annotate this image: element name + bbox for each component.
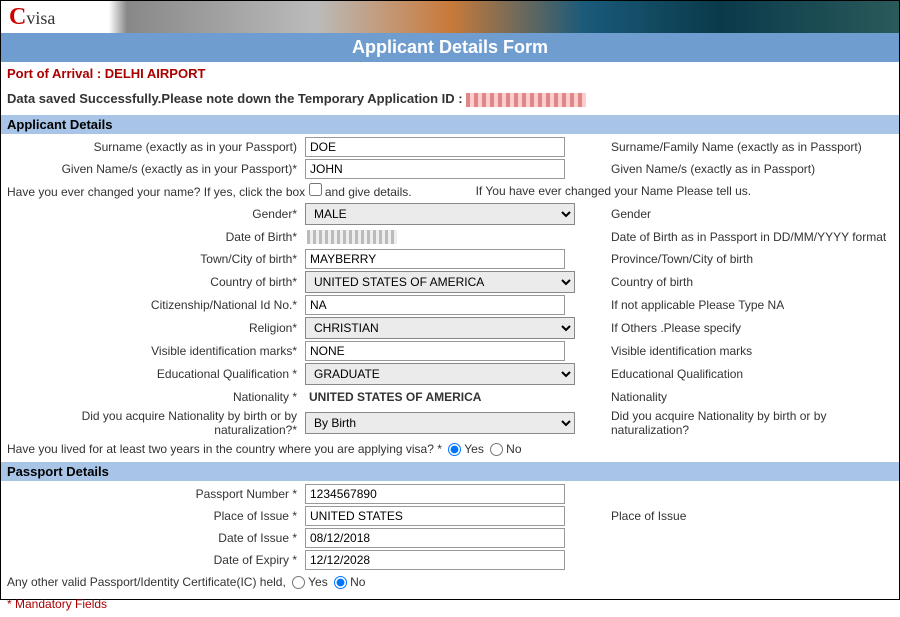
- label-two-year: Have you lived for at least two years in…: [7, 442, 442, 456]
- port-value: DELHI AIRPORT: [105, 66, 206, 81]
- two-year-yes-radio[interactable]: [448, 443, 461, 456]
- other-passport-no-radio[interactable]: [334, 576, 347, 589]
- help-given-name: Given Name/s (exactly as in Passport): [595, 162, 895, 176]
- place-of-issue-input[interactable]: [305, 506, 565, 526]
- label-acquire-nationality: Did you acquire Nationality by birth or …: [5, 409, 305, 437]
- label-town: Town/City of birth*: [5, 252, 305, 266]
- port-of-arrival: Port of Arrival : DELHI AIRPORT: [1, 62, 899, 85]
- label-name-change: Have you ever changed your name? If yes,…: [5, 183, 420, 199]
- given-name-input[interactable]: [305, 159, 565, 179]
- help-nationality: Nationality: [595, 390, 895, 404]
- citizenship-id-input[interactable]: [305, 295, 565, 315]
- help-town: Province/Town/City of birth: [595, 252, 895, 266]
- education-select[interactable]: GRADUATE: [305, 363, 575, 385]
- label-dob: Date of Birth*: [5, 230, 305, 244]
- label-religion: Religion*: [5, 321, 305, 335]
- section-passport-details: Passport Details: [1, 462, 899, 481]
- label-given-name: Given Name/s (exactly as in your Passpor…: [5, 162, 305, 176]
- help-marks: Visible identification marks: [595, 344, 895, 358]
- label-other-passport: Any other valid Passport/Identity Certif…: [7, 575, 286, 589]
- dob-value-redacted: [307, 230, 397, 244]
- help-dob: Date of Birth as in Passport in DD/MM/YY…: [595, 230, 895, 244]
- label-citizenship-id: Citizenship/National Id No.*: [5, 298, 305, 312]
- help-acquire-nationality: Did you acquire Nationality by birth or …: [595, 409, 895, 437]
- help-surname: Surname/Family Name (exactly as in Passp…: [595, 140, 895, 154]
- label-gender: Gender*: [5, 207, 305, 221]
- header-banner: Cvisa: [1, 1, 899, 33]
- temp-application-id-redacted: [466, 93, 586, 107]
- label-nationality: Nationality *: [5, 390, 305, 404]
- two-year-no-radio[interactable]: [490, 443, 503, 456]
- help-country-of-birth: Country of birth: [595, 275, 895, 289]
- mandatory-note: * Mandatory Fields: [1, 593, 899, 615]
- other-passport-row: Any other valid Passport/Identity Certif…: [1, 571, 899, 593]
- other-passport-yes-radio[interactable]: [292, 576, 305, 589]
- logo: Cvisa: [9, 4, 55, 31]
- nationality-value: UNITED STATES OF AMERICA: [305, 390, 481, 404]
- label-country-of-birth: Country of birth*: [5, 275, 305, 289]
- label-date-of-issue: Date of Issue *: [5, 531, 305, 545]
- marks-input[interactable]: [305, 341, 565, 361]
- help-place-of-issue: Place of Issue: [595, 509, 895, 523]
- passport-number-input[interactable]: [305, 484, 565, 504]
- help-name-change: If You have ever changed your Name Pleas…: [420, 184, 895, 198]
- label-passport-number: Passport Number *: [5, 487, 305, 501]
- acquire-nationality-select[interactable]: By Birth: [305, 412, 575, 434]
- label-surname: Surname (exactly as in your Passport): [5, 140, 305, 154]
- date-of-expiry-input[interactable]: [305, 550, 565, 570]
- help-education: Educational Qualification: [595, 367, 895, 381]
- port-label: Port of Arrival :: [7, 66, 101, 81]
- label-place-of-issue: Place of Issue *: [5, 509, 305, 523]
- two-year-question-row: Have you lived for at least two years in…: [1, 438, 899, 460]
- help-citizenship-id: If not applicable Please Type NA: [595, 298, 895, 312]
- page-title: Applicant Details Form: [1, 33, 899, 62]
- help-religion: If Others .Please specify: [595, 321, 895, 335]
- religion-select[interactable]: CHRISTIAN: [305, 317, 575, 339]
- label-marks: Visible identification marks*: [5, 344, 305, 358]
- help-gender: Gender: [595, 207, 895, 221]
- country-of-birth-select[interactable]: UNITED STATES OF AMERICA: [305, 271, 575, 293]
- section-applicant-details: Applicant Details: [1, 115, 899, 134]
- label-education: Educational Qualification *: [5, 367, 305, 381]
- name-change-checkbox[interactable]: [309, 183, 322, 196]
- gender-select[interactable]: MALE: [305, 203, 575, 225]
- save-success-message: Data saved Successfully.Please note down…: [1, 85, 899, 115]
- date-of-issue-input[interactable]: [305, 528, 565, 548]
- label-date-of-expiry: Date of Expiry *: [5, 553, 305, 567]
- surname-input[interactable]: [305, 137, 565, 157]
- town-input[interactable]: [305, 249, 565, 269]
